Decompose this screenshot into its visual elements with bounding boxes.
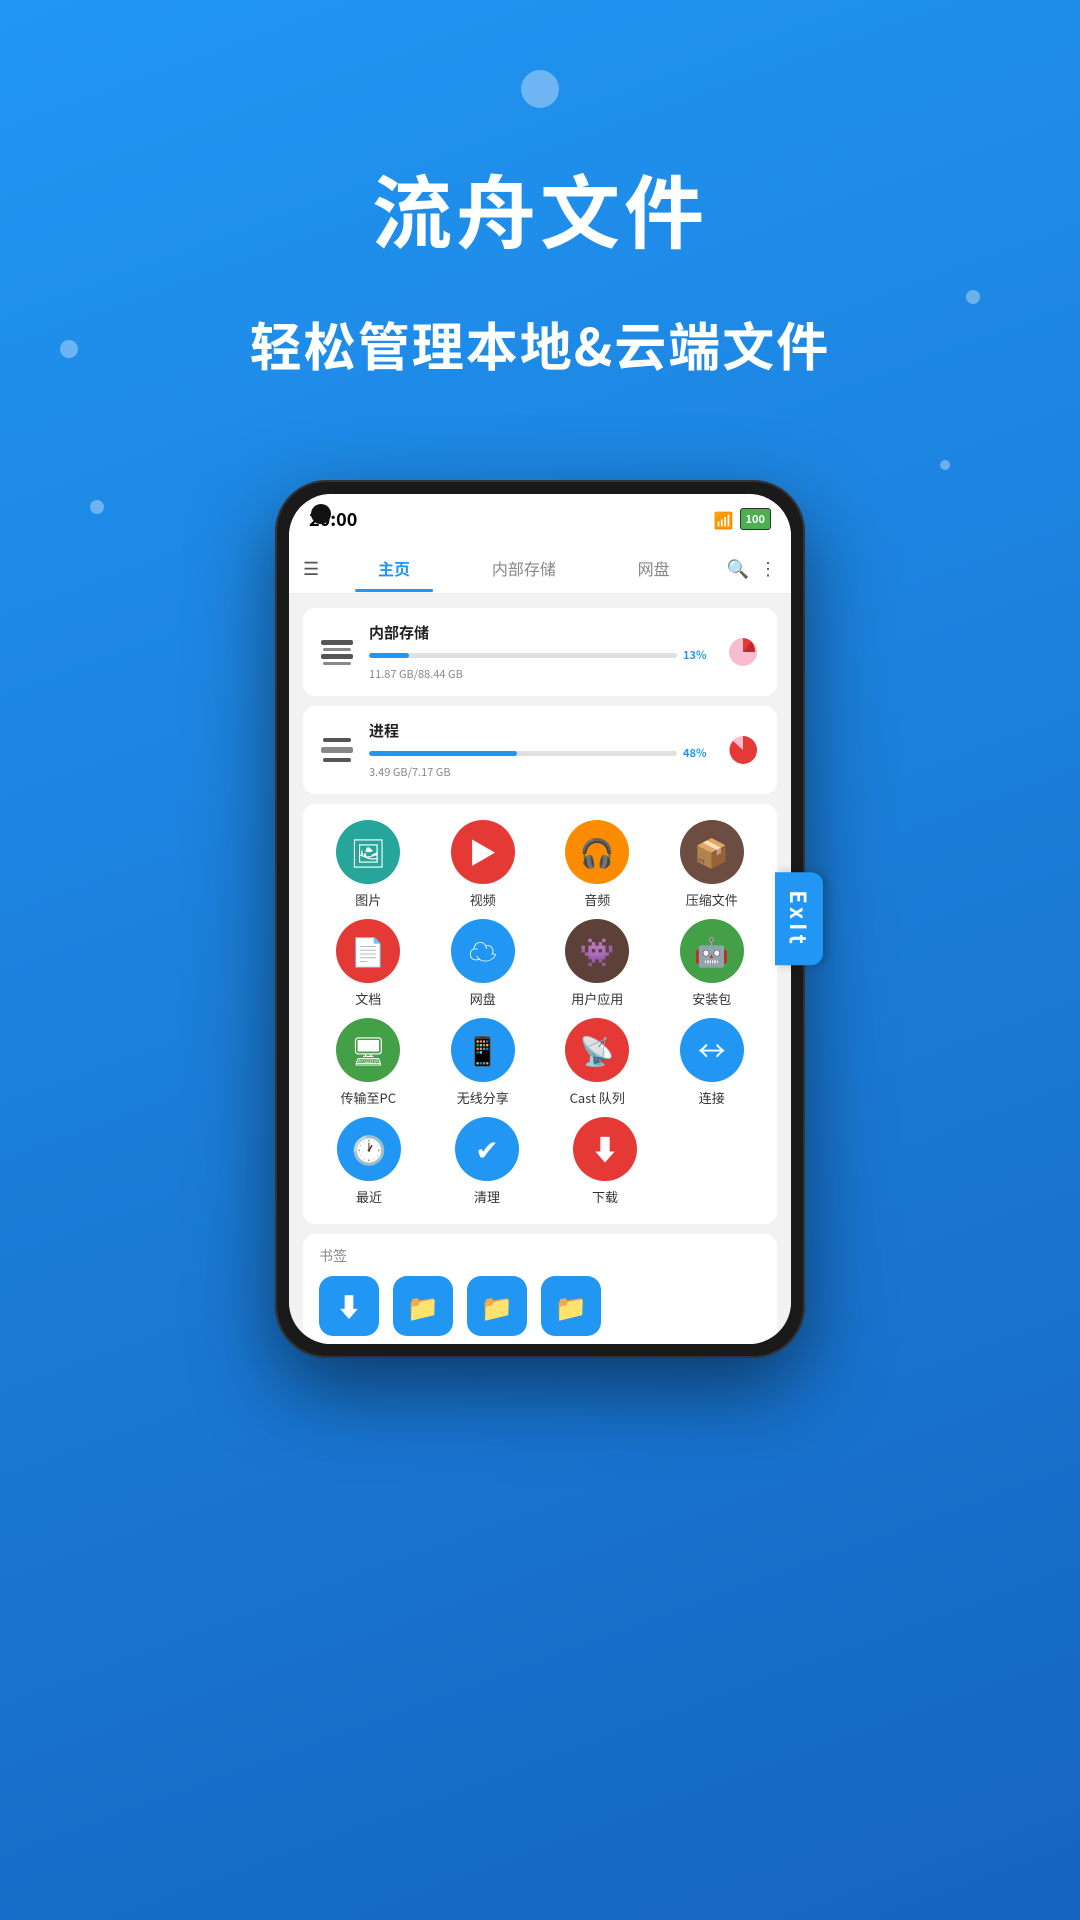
- audio-label: 音频: [584, 890, 610, 909]
- internal-progress-bg: [369, 653, 677, 658]
- grid-item-wireless[interactable]: 📱 无线分享: [433, 1018, 533, 1107]
- apk-icon: 🤖: [680, 919, 744, 983]
- bookmark-row: ⬇ 📁 📁 📁: [319, 1276, 761, 1336]
- cast-label: Cast 队列: [570, 1088, 625, 1107]
- grid-row-3: 🖥 传输至PC 📱 无线分享 📡 Cast 队列 ↔: [311, 1018, 769, 1107]
- connect-label: 连接: [699, 1088, 725, 1107]
- bookmark-item-4[interactable]: 📁: [541, 1276, 601, 1336]
- search-icon[interactable]: 🔍: [727, 555, 749, 581]
- process-progress-percent: 48%: [683, 745, 711, 761]
- connect-icon: ↔: [680, 1018, 744, 1082]
- grid-item-connect[interactable]: ↔ 连接: [662, 1018, 762, 1107]
- photos-label: 图片: [355, 890, 381, 909]
- bookmark-section: 书签 ⬇ 📁 📁 📁: [303, 1234, 777, 1344]
- grid-row-2: 📄 文档 ☁ 网盘 👾 用户应用 🤖 安装: [311, 919, 769, 1008]
- header-area: 流舟文件 轻松管理本地&云端文件: [0, 60, 1080, 381]
- video-label: 视频: [470, 890, 496, 909]
- wifi-icon: 📶: [714, 507, 734, 531]
- phone-outer: 20:00 📶 100 ☰ 主页 内部存储 网盘 🔍 ⋮: [275, 480, 805, 1358]
- grid-item-archive[interactable]: 📦 压缩文件: [662, 820, 762, 909]
- recent-label: 最近: [356, 1187, 382, 1206]
- grid-item-video[interactable]: ▶ 视频: [433, 820, 533, 909]
- bookmark-item-3[interactable]: 📁: [467, 1276, 527, 1336]
- grid-item-cast[interactable]: 📡 Cast 队列: [547, 1018, 647, 1107]
- internal-storage-card[interactable]: 内部存储 13% 11.87 GB/88.44 GB: [303, 608, 777, 696]
- cast-icon: 📡: [565, 1018, 629, 1082]
- grid-item-apps[interactable]: 👾 用户应用: [547, 919, 647, 1008]
- archive-icon: 📦: [680, 820, 744, 884]
- apps-label: 用户应用: [571, 989, 623, 1008]
- menu-icon[interactable]: ☰: [303, 555, 319, 581]
- process-storage-size: 3.49 GB/7.17 GB: [369, 764, 711, 780]
- phone-mockup: 20:00 📶 100 ☰ 主页 内部存储 网盘 🔍 ⋮: [275, 480, 805, 1358]
- content-area: 内部存储 13% 11.87 GB/88.44 GB: [289, 594, 791, 1344]
- transfer-label: 传输至PC: [340, 1088, 396, 1107]
- grid-item-clean[interactable]: ✔ 清理: [437, 1117, 537, 1206]
- apk-label: 安装包: [692, 989, 731, 1008]
- internal-progress-fill: [369, 653, 409, 658]
- status-icons: 📶 100: [714, 507, 771, 531]
- process-progress-wrap: 48%: [369, 745, 711, 761]
- internal-progress-percent: 13%: [683, 647, 711, 663]
- download-label: 下载: [592, 1187, 618, 1206]
- phone-inner: 20:00 📶 100 ☰ 主页 内部存储 网盘 🔍 ⋮: [289, 494, 791, 1344]
- apps-icon: 👾: [565, 919, 629, 983]
- decorative-dot-bottom-left: [90, 500, 104, 514]
- process-pie-chart: [725, 732, 761, 768]
- grid-item-download[interactable]: ⬇ 下载: [555, 1117, 655, 1206]
- wireless-label: 无线分享: [457, 1088, 509, 1107]
- bookmark-title: 书签: [319, 1246, 761, 1266]
- process-card[interactable]: 进程 48% 3.49 GB/7.17 GB: [303, 706, 777, 794]
- process-progress-fill: [369, 751, 517, 756]
- wireless-icon: 📱: [451, 1018, 515, 1082]
- clean-icon: ✔: [455, 1117, 519, 1181]
- cloud-label: 网盘: [470, 989, 496, 1008]
- grid-item-recent[interactable]: 🕐 最近: [319, 1117, 419, 1206]
- grid-row-1: 🖼 图片 ▶ 视频 🎧 音频 📦 压缩文件: [311, 820, 769, 909]
- more-icon[interactable]: ⋮: [759, 555, 777, 581]
- app-subtitle: 轻松管理本地&云端文件: [0, 306, 1080, 381]
- bookmark-item-2[interactable]: 📁: [393, 1276, 453, 1336]
- video-icon: ▶: [451, 820, 515, 884]
- photos-icon: 🖼: [336, 820, 400, 884]
- grid-item-transfer[interactable]: 🖥 传输至PC: [318, 1018, 418, 1107]
- process-progress-bg: [369, 751, 677, 756]
- clean-label: 清理: [474, 1187, 500, 1206]
- process-name: 进程: [369, 720, 711, 741]
- docs-icon: 📄: [336, 919, 400, 983]
- cloud-icon: ☁: [451, 919, 515, 983]
- decorative-dot-right-mid: [940, 460, 950, 470]
- process-icon: [319, 732, 355, 768]
- tab-cloud[interactable]: 网盘: [589, 550, 719, 586]
- grid-row-4: 🕐 最近 ✔ 清理 ⬇ 下载: [311, 1117, 769, 1206]
- grid-item-photos[interactable]: 🖼 图片: [318, 820, 418, 909]
- process-info: 进程 48% 3.49 GB/7.17 GB: [369, 720, 711, 780]
- archive-label: 压缩文件: [686, 890, 738, 909]
- battery-badge: 100: [740, 508, 771, 530]
- grid-item-apk[interactable]: 🤖 安装包: [662, 919, 762, 1008]
- docs-label: 文档: [355, 989, 381, 1008]
- recent-icon: 🕐: [337, 1117, 401, 1181]
- grid-item-cloud[interactable]: ☁ 网盘: [433, 919, 533, 1008]
- internal-storage-name: 内部存储: [369, 622, 711, 643]
- audio-icon: 🎧: [565, 820, 629, 884]
- nav-tabs: ☰ 主页 内部存储 网盘 🔍 ⋮: [289, 542, 791, 594]
- app-title: 流舟文件: [0, 150, 1080, 266]
- grid-section: 🖼 图片 ▶ 视频 🎧 音频 📦 压缩文件: [303, 804, 777, 1224]
- camera-notch: [311, 504, 331, 524]
- internal-progress-wrap: 13%: [369, 647, 711, 663]
- internal-storage-icon: [319, 634, 355, 670]
- internal-pie-chart: [725, 634, 761, 670]
- tab-internal[interactable]: 内部存储: [459, 550, 589, 586]
- grid-item-audio[interactable]: 🎧 音频: [547, 820, 647, 909]
- download-icon: ⬇: [573, 1117, 637, 1181]
- exit-button[interactable]: ExIt: [775, 872, 823, 965]
- grid-item-docs[interactable]: 📄 文档: [318, 919, 418, 1008]
- tab-home[interactable]: 主页: [329, 550, 459, 586]
- transfer-icon: 🖥: [336, 1018, 400, 1082]
- status-bar: 20:00 📶 100: [289, 494, 791, 542]
- bookmark-item-1[interactable]: ⬇: [319, 1276, 379, 1336]
- internal-storage-size: 11.87 GB/88.44 GB: [369, 666, 711, 682]
- internal-storage-info: 内部存储 13% 11.87 GB/88.44 GB: [369, 622, 711, 682]
